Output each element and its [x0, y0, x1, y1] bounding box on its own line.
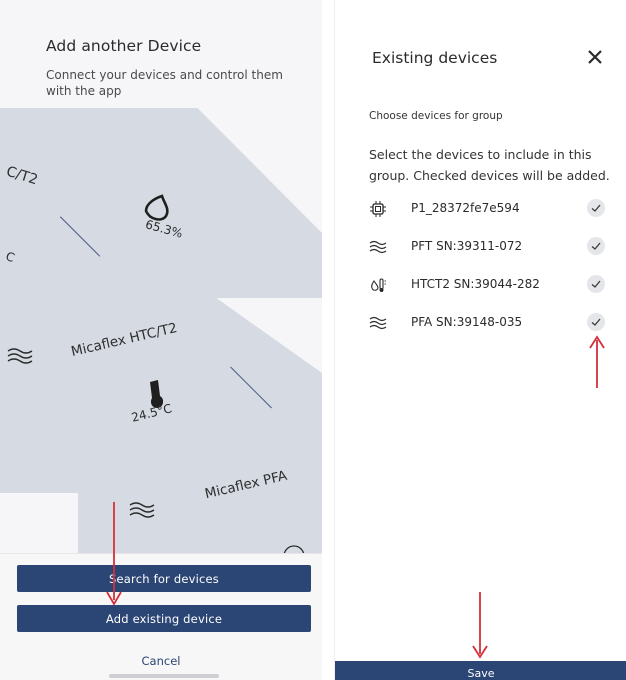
bottom-action-panel: Search for devices Add existing device C…	[0, 553, 322, 680]
save-button[interactable]: Save	[335, 661, 626, 680]
device-row[interactable]: P1_28372fe7e594	[335, 194, 626, 232]
device-label: HTCT2 SN:39044-282	[411, 277, 540, 291]
humidity-temp-icon	[371, 278, 386, 292]
airflow-icon	[7, 348, 33, 364]
check-icon	[591, 242, 601, 250]
add-device-screen: C/T2 65.3% C Micaflex HTC/T2 24.5°C Mica…	[0, 0, 322, 680]
check-icon	[591, 280, 601, 288]
search-devices-button[interactable]: Search for devices	[17, 565, 311, 592]
chip-icon	[370, 201, 386, 217]
device-label: PFT SN:39311-072	[411, 239, 523, 253]
airflow-icon	[369, 316, 387, 330]
check-icon	[591, 204, 601, 212]
check-icon	[591, 318, 601, 326]
device-label: P1_28372fe7e594	[411, 201, 520, 215]
section-label: Choose devices for group	[369, 110, 503, 122]
airflow-icon	[369, 240, 387, 254]
page-title: Add another Device	[46, 37, 202, 55]
device-checkbox[interactable]	[587, 275, 605, 293]
device-label: PFA SN:39148-035	[411, 315, 523, 329]
home-indicator	[109, 674, 219, 678]
selection-description: Select the devices to include in this gr…	[369, 147, 610, 183]
annotation-arrow-up	[589, 335, 605, 388]
device-checkbox[interactable]	[587, 237, 605, 255]
dialog-title: Existing devices	[372, 49, 498, 67]
existing-devices-screen: Existing devices Choose devices for grou…	[334, 0, 626, 680]
drop-icon	[144, 194, 169, 221]
annotation-arrow-down	[472, 592, 488, 659]
annotation-arrow-down	[106, 502, 122, 606]
device-row[interactable]: HTCT2 SN:39044-282	[335, 270, 626, 308]
device-row[interactable]: PFT SN:39311-072	[335, 232, 626, 270]
screenshot-divider	[322, 0, 334, 680]
device-checkbox[interactable]	[587, 199, 605, 217]
device-checkbox[interactable]	[587, 313, 605, 331]
cancel-button[interactable]: Cancel	[0, 654, 322, 668]
device-row[interactable]: PFA SN:39148-035	[335, 308, 626, 346]
page-subtitle: Connect your devices and control them wi…	[46, 68, 283, 98]
close-icon[interactable]	[584, 46, 606, 68]
airflow-icon	[129, 502, 155, 518]
add-existing-device-button[interactable]: Add existing device	[17, 605, 311, 632]
